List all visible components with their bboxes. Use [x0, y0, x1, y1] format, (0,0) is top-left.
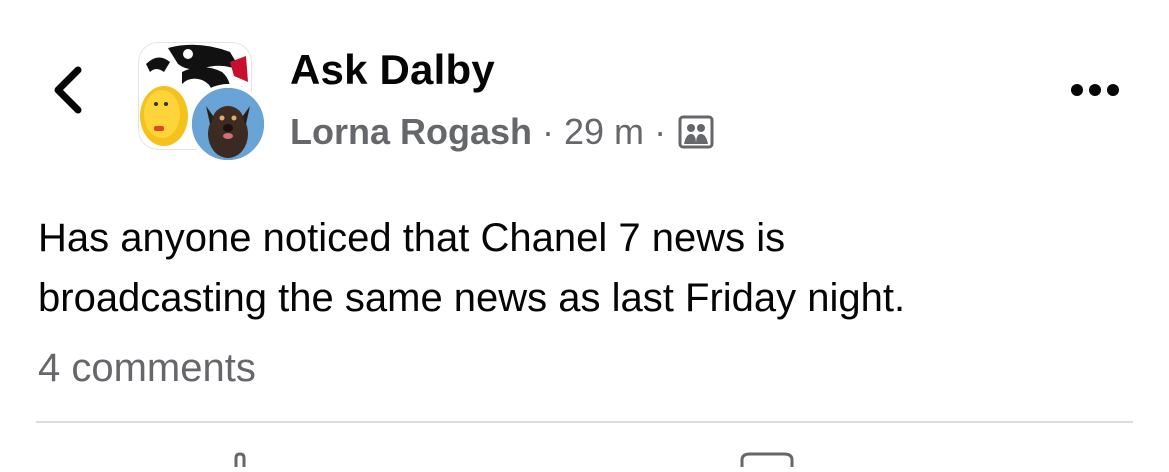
- post-meta: Lorna Rogash · 29 m ·: [290, 110, 714, 154]
- post-body: Has anyone noticed that Chanel 7 news is…: [38, 208, 1138, 328]
- meta-separator: ·: [542, 111, 555, 152]
- comment-icon: [740, 452, 794, 467]
- author-name-link[interactable]: Lorna Rogash: [290, 111, 532, 153]
- chevron-left-icon: [54, 66, 82, 114]
- post-body-line: Has anyone noticed that Chanel 7 news is: [38, 216, 786, 260]
- group-name-link[interactable]: Ask Dalby: [290, 46, 495, 94]
- comment-button[interactable]: [740, 452, 796, 472]
- divider: [36, 421, 1133, 423]
- post-timestamp[interactable]: 29 m: [564, 111, 644, 153]
- like-button[interactable]: [226, 452, 256, 472]
- author-avatar[interactable]: [188, 84, 268, 164]
- back-button[interactable]: [48, 62, 98, 118]
- more-options-icon: [1071, 84, 1119, 96]
- group-audience-icon: [678, 114, 714, 150]
- thumbs-up-icon: [234, 452, 246, 467]
- comments-count-link[interactable]: 4 comments: [38, 346, 256, 391]
- dog-photo-image: [192, 88, 264, 160]
- more-options-button[interactable]: [1065, 70, 1125, 110]
- meta-separator: ·: [654, 111, 667, 152]
- post-body-line: broadcasting the same news as last Frida…: [38, 276, 906, 320]
